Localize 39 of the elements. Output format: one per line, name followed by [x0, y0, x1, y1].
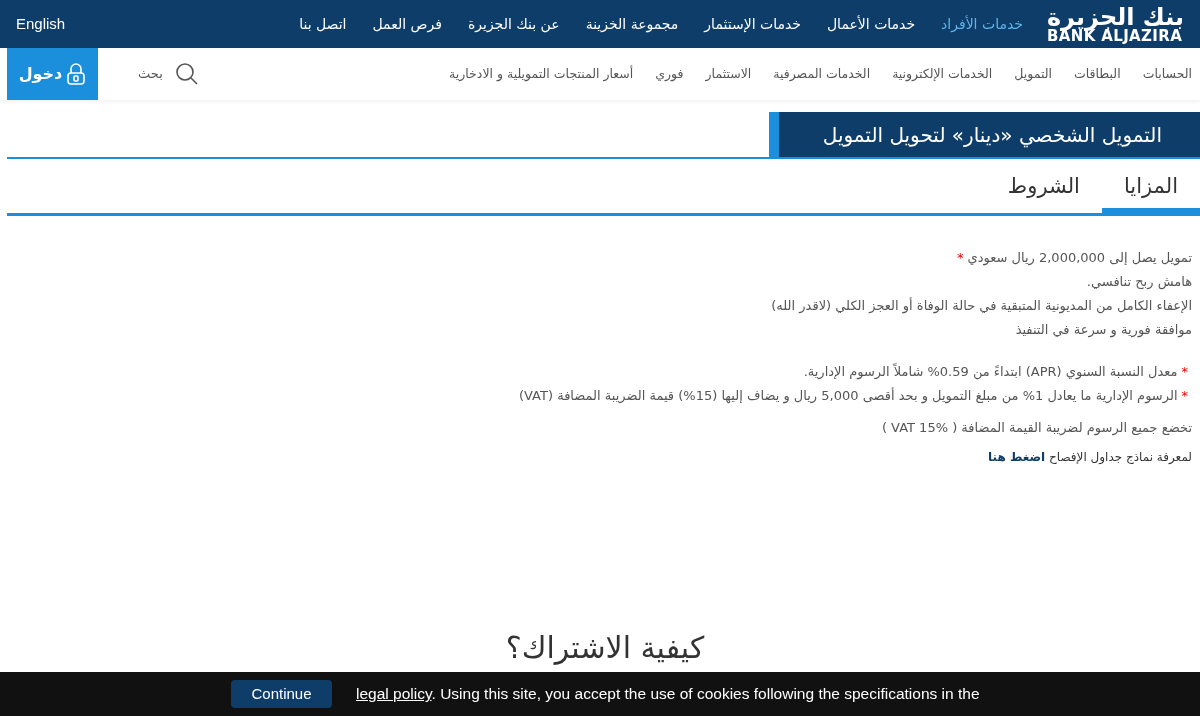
- search-icon[interactable]: [174, 62, 199, 86]
- main-nav-link[interactable]: البطاقات: [1073, 64, 1121, 84]
- search-label[interactable]: بحث: [138, 64, 163, 84]
- click-here-link[interactable]: اضغط هنا: [988, 450, 1046, 464]
- logo-latin-text: BANK ALJAZIRA: [1046, 28, 1183, 44]
- main-nav-link[interactable]: الاستثمار: [705, 64, 752, 84]
- top-nav-link[interactable]: عن بنك الجزيرة: [467, 13, 560, 35]
- tab[interactable]: الشروط: [985, 166, 1102, 216]
- top-nav-link[interactable]: اتصل بنا: [299, 13, 347, 35]
- continue-button[interactable]: Continue: [231, 680, 332, 708]
- required-asterisk: *: [957, 249, 964, 267]
- main-nav-link[interactable]: الحسابات: [1142, 64, 1192, 84]
- top-nav-link[interactable]: فرص العمل: [372, 13, 442, 35]
- feature-text: هامش ربح تنافسي.: [1086, 273, 1192, 292]
- main-nav-link[interactable]: الخدمات الإلكترونية: [892, 64, 993, 84]
- disclosure-text: لمعرفة نماذج جداول الإفصاح: [1048, 450, 1192, 464]
- main-nav-link[interactable]: الخدمات المصرفية: [773, 64, 871, 84]
- feature-text: تخضع جميع الرسوم لضريبة القيمة المضافة ( VAT 15% ): [881, 419, 1192, 438]
- required-asterisk: *: [1181, 363, 1188, 381]
- main-nav-link[interactable]: التمويل: [1014, 64, 1052, 84]
- section-heading: كيفية الاشتراك؟: [504, 629, 706, 667]
- top-nav-link[interactable]: خدمات الأفراد: [941, 13, 1023, 35]
- top-nav-link[interactable]: مجموعة الخزينة: [585, 13, 679, 35]
- page-title: التمويل الشخصي «دينار» لتحويل التمويل: [769, 112, 1200, 157]
- main-nav-link[interactable]: أسعار المنتجات التمويلية و الادخارية: [449, 64, 634, 84]
- feature-text: تمويل يصل إلى 2,000,000 ريال سعودي: [967, 249, 1192, 268]
- legal-policy-link[interactable]: legal policy: [356, 685, 432, 703]
- top-nav-link[interactable]: خدمات الإستثمار: [704, 13, 801, 35]
- feature-text: الرسوم الإدارية ما يعادل 1% من مبلغ التمويل و بحد أقصى 5,000 ريال و يضاف إليها (15%) قيمة الضريبة المضافة (VAT): [519, 386, 1178, 406]
- main-nav-link[interactable]: فوري: [655, 64, 684, 84]
- top-nav-link[interactable]: خدمات الأعمال: [826, 13, 916, 35]
- feature-text: موافقة فورية و سرعة في التنفيذ: [1015, 321, 1192, 340]
- tab[interactable]: المزايا: [1101, 166, 1200, 216]
- feature-text: معدل النسبة السنوي (APR) ابتداءً من 0.59% شاملاً الرسوم الإدارية.: [803, 362, 1178, 382]
- required-asterisk: *: [1181, 387, 1188, 405]
- language-link[interactable]: English: [16, 12, 66, 36]
- logo-arabic-text: بنك الجزيرة: [1046, 4, 1184, 29]
- lock-icon: [66, 63, 87, 85]
- feature-text: الإعفاء الكامل من المديونية المتبقية في حالة الوفاة أو العجز الكلي (لاقدر الله): [771, 296, 1192, 316]
